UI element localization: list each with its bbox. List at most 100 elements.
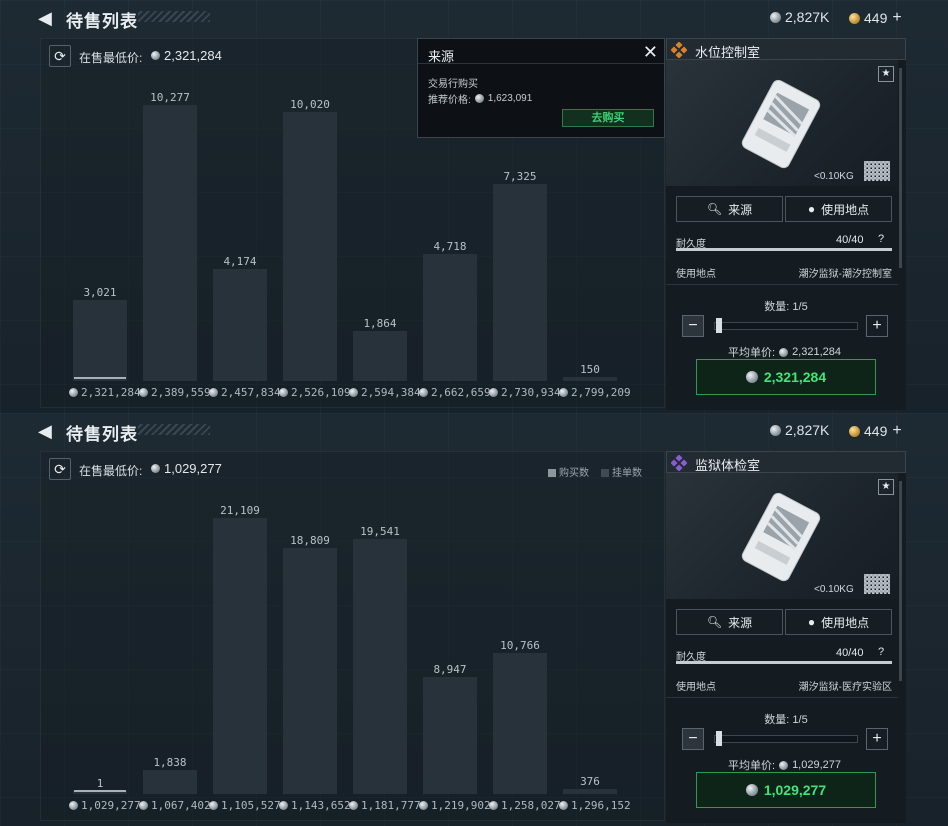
silver-coin-icon: [139, 801, 148, 810]
x-tick-label: 2,321,284: [69, 386, 141, 399]
x-tick-text: 2,594,384: [361, 386, 421, 399]
buy-button[interactable]: 1,029,277: [696, 772, 876, 808]
chart-bar[interactable]: [283, 548, 337, 794]
silver-coin-icon: [151, 51, 160, 60]
item-weight: <0.10KG: [814, 171, 854, 182]
buy-button[interactable]: 2,321,284: [696, 359, 876, 395]
silver-coin-icon: [489, 388, 498, 397]
chart-bar[interactable]: [493, 653, 547, 794]
top-bar: ◀ 待售列表 2,827K 449 +: [0, 413, 948, 449]
average-price-value: 1,029,277: [792, 759, 841, 771]
use-location-button[interactable]: ● 使用地点: [785, 609, 892, 635]
x-tick-text: 2,730,934: [501, 386, 561, 399]
item-header: 水位控制室: [666, 38, 906, 60]
quantity-minus-button[interactable]: −: [682, 728, 704, 750]
refresh-icon[interactable]: ⟳: [49, 45, 71, 67]
location-label: 使用地点: [676, 269, 716, 280]
back-arrow-icon[interactable]: ◀: [38, 421, 58, 441]
x-tick-label: 1,258,027: [489, 799, 561, 812]
silver-coin-icon: [770, 11, 781, 23]
source-button-label: 来源: [728, 615, 753, 630]
silver-amount: 2,827K: [785, 422, 830, 438]
x-tick-text: 1,067,402: [151, 799, 211, 812]
legend-buy-count: 购买数: [548, 464, 589, 479]
gold-balance[interactable]: 449 +: [849, 9, 902, 27]
divider: [666, 697, 898, 698]
market-panel: ◀ 待售列表 2,827K 449 + ⟳ 在售最低价: 2,321,284 3…: [0, 0, 948, 413]
chart-bar[interactable]: [493, 184, 547, 381]
x-tick-text: 2,389,559: [151, 386, 211, 399]
use-location-button[interactable]: ● 使用地点: [785, 196, 892, 222]
slot-size-icon: [864, 574, 890, 594]
favorite-star-icon[interactable]: ★: [878, 479, 894, 495]
chart-bar[interactable]: [423, 677, 477, 794]
x-tick-label: 2,730,934: [489, 386, 561, 399]
chart-bar[interactable]: [283, 112, 337, 381]
chart-bar[interactable]: [353, 331, 407, 381]
help-icon[interactable]: ?: [878, 233, 884, 245]
add-currency-icon[interactable]: +: [892, 422, 901, 440]
chart-bar[interactable]: [73, 300, 127, 381]
chart-bar[interactable]: [143, 770, 197, 794]
bar-value-label: 1,864: [363, 317, 397, 330]
min-price-amount: 2,321,284: [164, 48, 222, 63]
silver-balance: 2,827K: [770, 422, 829, 438]
source-button[interactable]: 🔍︎ 来源: [676, 196, 783, 222]
bar-value-label: 10,766: [500, 639, 540, 652]
x-tick-text: 1,181,777: [361, 799, 421, 812]
silver-coin-icon: [419, 801, 428, 810]
rank-diamond-icon: [671, 42, 687, 58]
help-icon[interactable]: ?: [878, 646, 884, 658]
silver-coin-icon: [279, 801, 288, 810]
x-tick-text: 2,321,284: [81, 386, 141, 399]
x-tick-label: 2,594,384: [349, 386, 421, 399]
quantity-slider-handle[interactable]: [716, 731, 722, 746]
back-arrow-icon[interactable]: ◀: [38, 8, 58, 28]
source-button[interactable]: 🔍︎ 来源: [676, 609, 783, 635]
gold-coin-icon: [849, 425, 860, 437]
quantity-plus-button[interactable]: +: [866, 315, 888, 337]
favorite-star-icon[interactable]: ★: [878, 66, 894, 82]
item-header: 监狱体检室: [666, 451, 906, 473]
card-scrollbar[interactable]: [899, 481, 902, 681]
legend-listing-label: 挂单数: [612, 468, 642, 479]
recommended-price: 推荐价格: 1,623,091: [428, 91, 532, 106]
search-icon: 🔍︎: [706, 615, 723, 629]
add-currency-icon[interactable]: +: [892, 9, 901, 27]
map-pin-icon: ●: [807, 202, 816, 216]
min-price-amount: 1,029,277: [164, 461, 222, 476]
title-decoration: [138, 11, 210, 22]
refresh-icon[interactable]: ⟳: [49, 458, 71, 480]
buy-button-price: 1,029,277: [763, 782, 827, 798]
bar-value-label: 3,021: [83, 286, 117, 299]
card-scrollbar[interactable]: [899, 68, 902, 268]
quantity-slider[interactable]: [714, 322, 858, 330]
silver-coin-icon: [559, 801, 568, 810]
go-buy-button[interactable]: 去购买: [562, 109, 654, 127]
legend-listing-count: 挂单数: [601, 464, 642, 479]
silver-coin-icon: [559, 388, 568, 397]
chart-bar[interactable]: [563, 789, 617, 794]
close-icon[interactable]: ✕: [643, 42, 658, 63]
item-image: ★ <0.10KG: [666, 473, 898, 599]
chart-bar[interactable]: [423, 254, 477, 381]
average-price-label: 平均单价:: [728, 760, 776, 772]
chart-bar[interactable]: [213, 518, 267, 794]
quantity-slider[interactable]: [714, 735, 858, 743]
location-label: 使用地点: [676, 682, 716, 693]
chart-bar[interactable]: [563, 377, 617, 381]
min-price-label: 在售最低价:: [79, 464, 143, 478]
silver-coin-icon: [69, 388, 78, 397]
chart-bar[interactable]: [143, 105, 197, 381]
silver-coin-icon: [419, 388, 428, 397]
chart-bar[interactable]: [213, 269, 267, 381]
gold-balance[interactable]: 449 +: [849, 422, 902, 440]
silver-coin-icon: [139, 388, 148, 397]
quantity-slider-handle[interactable]: [716, 318, 722, 333]
chart-legend: 购买数 挂单数: [548, 464, 642, 479]
quantity-minus-button[interactable]: −: [682, 315, 704, 337]
chart-bar[interactable]: [353, 539, 407, 794]
silver-coin-icon: [279, 388, 288, 397]
quantity-plus-button[interactable]: +: [866, 728, 888, 750]
x-tick-label: 1,143,652: [279, 799, 351, 812]
